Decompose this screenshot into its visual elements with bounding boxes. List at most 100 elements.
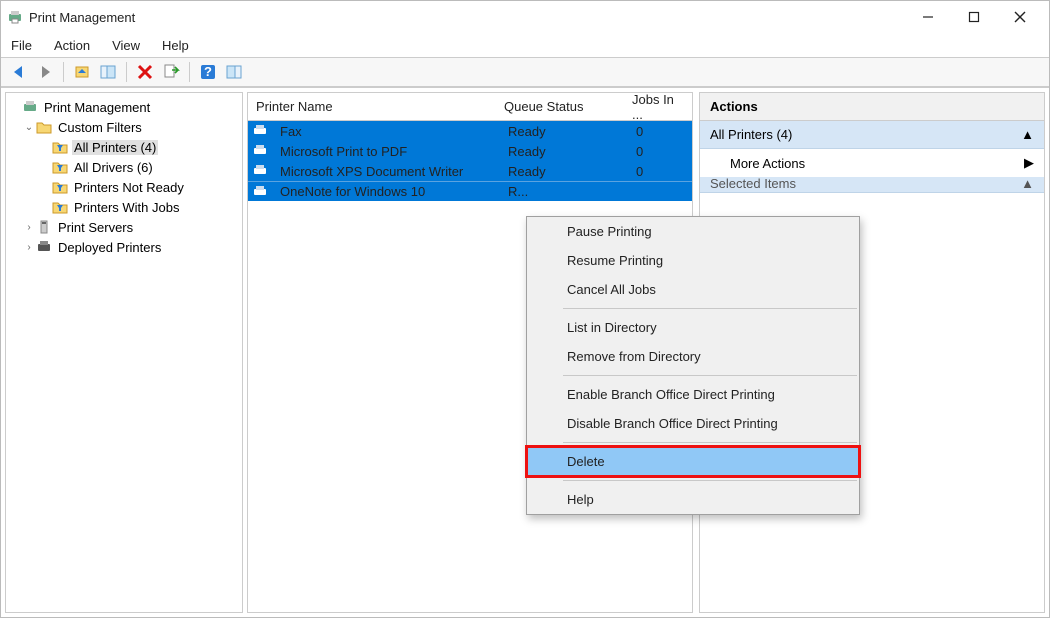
cell-name: OneNote for Windows 10 [272, 184, 500, 199]
printer-row[interactable]: Microsoft Print to PDF Ready 0 [248, 141, 692, 161]
context-menu: Pause Printing Resume Printing Cancel Al… [526, 216, 860, 515]
list-header: Printer Name Queue Status Jobs In ... [248, 93, 692, 121]
actions-section-label: All Printers (4) [710, 127, 792, 142]
svg-text:?: ? [204, 64, 212, 79]
export-button[interactable] [159, 60, 183, 84]
tree-label: Printers Not Ready [72, 180, 186, 195]
actions-section-label: Selected Items [710, 177, 796, 191]
cell-name: Microsoft XPS Document Writer [272, 164, 500, 179]
tree-deployed-printers[interactable]: › Deployed Printers [8, 237, 240, 257]
window-title: Print Management [29, 10, 135, 25]
tree-root[interactable]: Print Management [8, 97, 240, 117]
cell-name: Fax [272, 124, 500, 139]
separator [563, 442, 857, 443]
server-icon [36, 219, 52, 235]
tree-printers-not-ready[interactable]: Printers Not Ready [8, 177, 240, 197]
show-hide-tree-button[interactable] [96, 60, 120, 84]
minimize-button[interactable] [905, 1, 951, 33]
actions-section-all-printers[interactable]: All Printers (4) ▲ [700, 121, 1044, 149]
cm-disable-branch[interactable]: Disable Branch Office Direct Printing [527, 409, 859, 438]
expand-icon[interactable]: › [22, 242, 36, 253]
tree-pane: Print Management ⌄ Custom Filters All Pr… [5, 92, 243, 613]
tree-print-servers[interactable]: › Print Servers [8, 217, 240, 237]
actions-section-selected-items[interactable]: Selected Items ▲ [700, 177, 1044, 193]
tree-custom-filters[interactable]: ⌄ Custom Filters [8, 117, 240, 137]
filter-icon [52, 139, 68, 155]
cell-name: Microsoft Print to PDF [272, 144, 500, 159]
maximize-button[interactable] [951, 1, 997, 33]
separator [189, 62, 190, 82]
menu-file[interactable]: File [11, 38, 32, 53]
menubar: File Action View Help [1, 33, 1049, 57]
column-jobs[interactable]: Jobs In ... [624, 92, 684, 122]
printer-row[interactable]: OneNote for Windows 10 R... [248, 181, 692, 201]
cell-status: Ready [500, 164, 628, 179]
separator [563, 308, 857, 309]
tree-label: All Drivers (6) [72, 160, 155, 175]
cell-status: Ready [500, 144, 628, 159]
printer-row[interactable]: Fax Ready 0 [248, 121, 692, 141]
delete-toolbar-button[interactable] [133, 60, 157, 84]
submenu-arrow-icon: ▶ [1024, 155, 1034, 171]
cm-help[interactable]: Help [527, 485, 859, 514]
actions-header: Actions [700, 93, 1044, 121]
cell-status: R... [500, 184, 628, 199]
up-button[interactable] [70, 60, 94, 84]
tree-printers-with-jobs[interactable]: Printers With Jobs [8, 197, 240, 217]
toolbar: ? [1, 57, 1049, 87]
print-management-icon [22, 99, 38, 115]
cm-pause-printing[interactable]: Pause Printing [527, 217, 859, 246]
expand-icon[interactable]: › [22, 222, 36, 233]
cm-delete[interactable]: Delete [527, 447, 859, 476]
cell-jobs: 0 [628, 164, 688, 179]
help-toolbar-button[interactable]: ? [196, 60, 220, 84]
cell-jobs: 0 [628, 124, 688, 139]
cm-remove-from-directory[interactable]: Remove from Directory [527, 342, 859, 371]
tree-label: All Printers (4) [72, 140, 158, 155]
filter-icon [52, 179, 68, 195]
back-button[interactable] [7, 60, 31, 84]
folder-icon [36, 119, 52, 135]
workspace: Print Management ⌄ Custom Filters All Pr… [1, 87, 1049, 617]
filter-icon [52, 159, 68, 175]
app-icon [7, 9, 23, 25]
separator [126, 62, 127, 82]
filter-icon [52, 199, 68, 215]
titlebar: Print Management [1, 1, 1049, 33]
collapse-arrow-icon[interactable]: ▲ [1021, 177, 1034, 191]
cell-status: Ready [500, 124, 628, 139]
printer-row[interactable]: Microsoft XPS Document Writer Ready 0 [248, 161, 692, 181]
separator [563, 375, 857, 376]
printer-icon [252, 124, 268, 138]
separator [563, 480, 857, 481]
collapse-icon[interactable]: ⌄ [22, 122, 36, 133]
forward-button[interactable] [33, 60, 57, 84]
cell-jobs: 0 [628, 144, 688, 159]
actions-more-actions[interactable]: More Actions ▶ [700, 149, 1044, 177]
cm-cancel-all-jobs[interactable]: Cancel All Jobs [527, 275, 859, 304]
tree-label: Printers With Jobs [72, 200, 181, 215]
tree-all-printers[interactable]: All Printers (4) [8, 137, 240, 157]
column-printer-name[interactable]: Printer Name [248, 99, 496, 114]
tree-label: Print Management [42, 100, 152, 115]
printer-icon [252, 144, 268, 158]
printer-icon [36, 239, 52, 255]
printer-icon [252, 164, 268, 178]
close-button[interactable] [997, 1, 1043, 33]
collapse-arrow-icon[interactable]: ▲ [1021, 127, 1034, 142]
cm-enable-branch[interactable]: Enable Branch Office Direct Printing [527, 380, 859, 409]
show-actions-button[interactable] [222, 60, 246, 84]
column-queue-status[interactable]: Queue Status [496, 99, 624, 114]
tree-label: Deployed Printers [56, 240, 163, 255]
tree-all-drivers[interactable]: All Drivers (6) [8, 157, 240, 177]
menu-action[interactable]: Action [54, 38, 90, 53]
cm-list-in-directory[interactable]: List in Directory [527, 313, 859, 342]
printer-icon [252, 185, 268, 199]
window-controls [905, 1, 1043, 33]
tree-label: Custom Filters [56, 120, 144, 135]
tree-label: Print Servers [56, 220, 135, 235]
cm-resume-printing[interactable]: Resume Printing [527, 246, 859, 275]
menu-help[interactable]: Help [162, 38, 189, 53]
actions-item-label: More Actions [730, 156, 805, 171]
menu-view[interactable]: View [112, 38, 140, 53]
